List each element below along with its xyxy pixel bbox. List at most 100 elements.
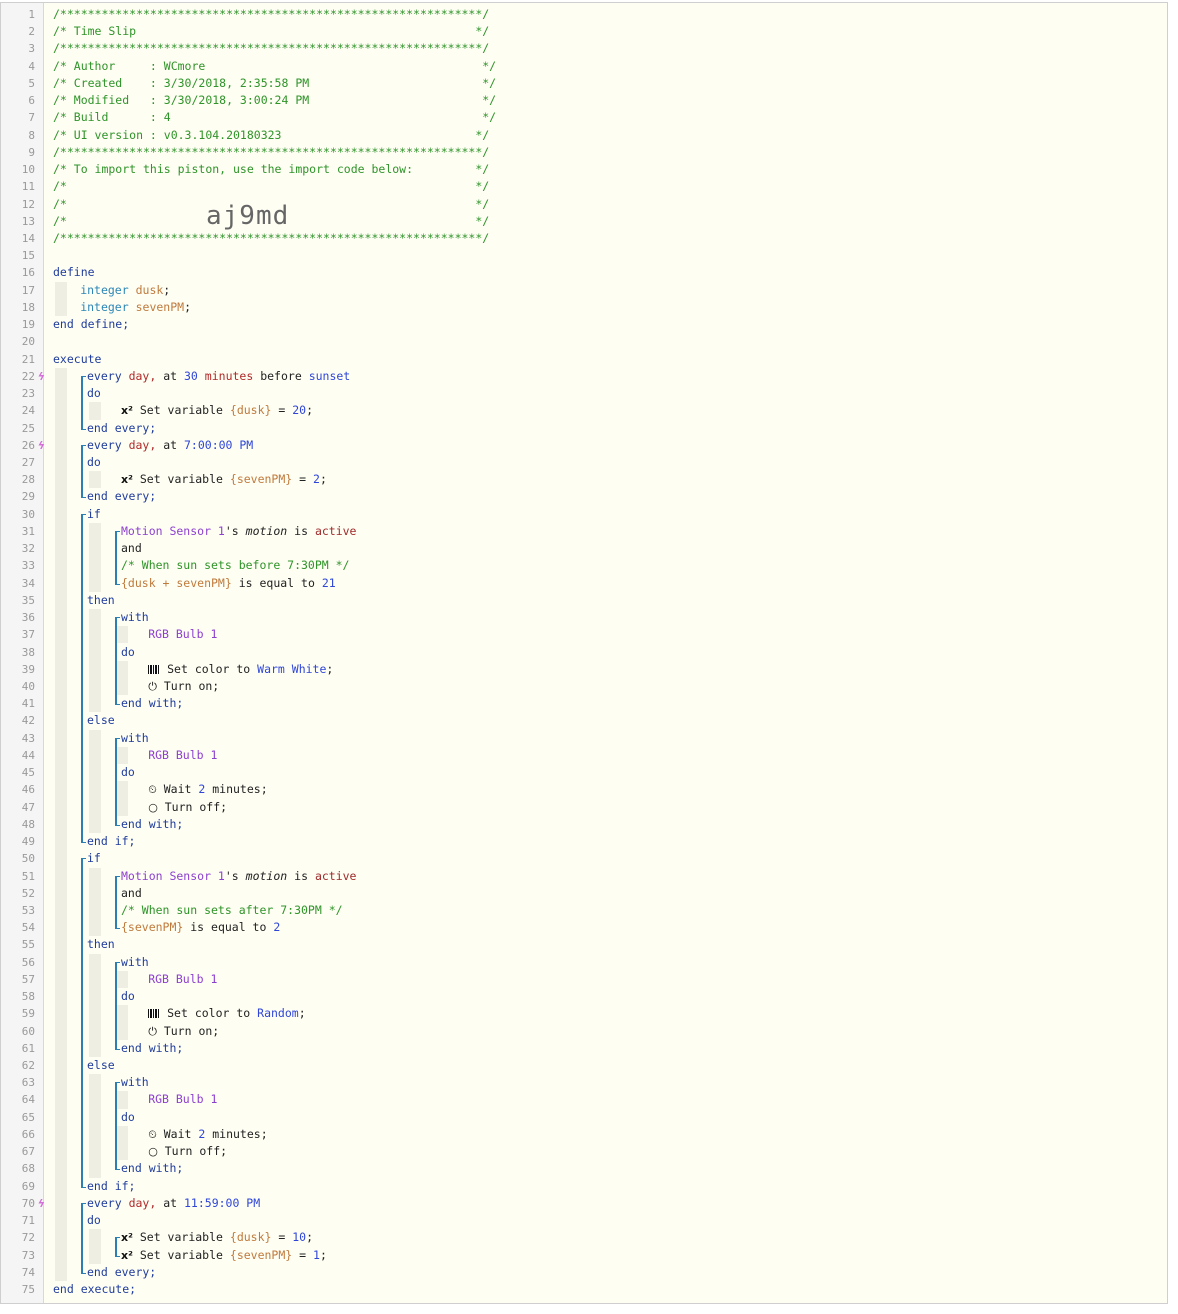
line-number: 14 [21,231,35,245]
code-line-3: /***************************************… [53,40,489,57]
value-2: 2 [313,472,320,487]
indent-guide [55,367,67,1282]
indent-guide [55,281,67,317]
set-variable-statement: x² Set variable {dusk} = 20; [121,402,313,419]
wait-statement: ⏲ Wait 2 minutes; [148,1126,267,1143]
block-bracket [115,875,120,930]
block-bracket [81,1202,86,1274]
block-bracket [115,961,120,1050]
line-number: 68 [21,1162,35,1176]
line-number: 31 [21,524,35,538]
comment-border: /***************************************… [53,7,490,21]
keyword-end-every: end every; [87,420,157,435]
block-bracket [115,737,120,826]
line-number: 54 [21,921,35,935]
variable-sevenpm-ref: {sevenPM} [121,920,184,935]
op-equals: = [299,1247,307,1262]
power-icon: ⏻ [148,679,157,693]
value-active: active [314,868,357,883]
keyword-and: and [121,541,142,556]
comment-import-note: /* To import this piston, use the import… [53,162,490,177]
variable-icon: x² [121,404,133,418]
punct: ; [298,1006,306,1021]
turn-on-statement: ⏻ Turn on; [148,1023,219,1040]
code-line-29: end every; [87,488,156,505]
variable-dusk: dusk [135,282,164,297]
value-30: 30 [184,368,198,383]
turn-on-label: Turn on; [163,1023,220,1038]
value-1159pm: 11:59:00 PM [184,1195,261,1210]
value-2: 2 [198,782,206,797]
line-number: 4 [28,59,35,73]
line-number: 57 [21,972,35,986]
color-icon [148,1009,161,1019]
line-number: 37 [21,628,35,642]
code-line-38: do [121,644,135,661]
line-number: 8 [28,128,35,142]
comment-title: /* Time Slip */ [53,24,490,39]
code-line-52: and [121,885,142,902]
block-bracket [115,1237,120,1257]
code-line-49: end if; [87,833,135,850]
set-variable-statement: x² Set variable {dusk} = 10; [121,1229,313,1246]
line-number: 42 [21,714,35,728]
code-line-18: integer sevenPM; [80,299,191,316]
keyword-do: do [87,1213,101,1228]
code-line-64: RGB Bulb 1 [148,1091,217,1108]
comment-border: /***************************************… [53,41,490,56]
keyword-end-if: end if; [87,1178,136,1193]
keyword-with: with [121,1075,149,1090]
keyword-end-execute: end execute; [53,1282,137,1297]
keyword-if: if [87,851,101,866]
indent-guide [89,867,101,937]
unit-minutes: minutes; [212,1126,268,1141]
keyword-else: else [87,713,115,728]
code-line-75: end execute; [53,1281,136,1298]
code-line-4: /* Author : WCmore */ [53,58,496,75]
type-integer: integer [80,299,129,314]
indent-guide [89,1074,101,1178]
line-number: 17 [21,283,35,297]
comment-created: /* Created : 3/30/2018, 2:35:58 PM */ [53,75,497,90]
line-number: 16 [21,266,35,280]
keyword-is: is [294,868,308,883]
line-number: 10 [21,163,35,177]
set-color-label: Set color to [167,661,251,676]
turn-on-statement: ⏻ Turn on; [148,678,219,695]
device-rgb-bulb: RGB Bulb 1 [148,627,218,642]
code-line-65: do [121,1109,135,1126]
keyword-and: and [121,885,142,900]
set-variable-label: Set variable [139,403,223,418]
power-off-icon: ○ [148,800,158,814]
line-number: 26 [21,438,35,452]
code-line-71: do [87,1212,101,1229]
line-number: 43 [21,731,35,745]
turn-on-label: Turn on; [163,678,220,693]
keyword-at: at [163,1195,178,1210]
line-number: 45 [21,766,35,780]
turn-off-label: Turn off; [164,1144,228,1159]
block-bracket [81,513,86,844]
code-line-56: with [121,954,149,971]
set-variable-statement: x² Set variable {sevenPM} = 2; [121,471,327,488]
value-active: active [314,523,357,538]
code-line-33: /* When sun sets before 7:30PM */ [121,557,349,574]
attribute-motion: motion [245,523,288,538]
comment-blank: /* */ [53,179,490,194]
code-line-61: end with; [121,1040,183,1057]
code-line-53: /* When sun sets after 7:30PM */ [121,902,343,919]
line-number: 74 [21,1265,35,1279]
code-line-8: /* UI version : v0.3.104.20180323 */ [53,127,489,144]
keyword-then: then [87,937,115,952]
line-number: 65 [21,1110,35,1124]
line-number: 23 [21,387,35,401]
set-color-statement: Set color to Random; [148,1005,306,1022]
line-number: 29 [21,490,35,504]
line-number: 3 [28,42,35,56]
value-sunset: sunset [308,368,351,383]
line-number: 44 [21,748,35,762]
punct: ; [326,661,334,676]
condition-value: {sevenPM} is equal to 2 [121,919,280,936]
line-number: 9 [28,145,35,159]
comment-author: /* Author : WCmore */ [53,58,497,73]
